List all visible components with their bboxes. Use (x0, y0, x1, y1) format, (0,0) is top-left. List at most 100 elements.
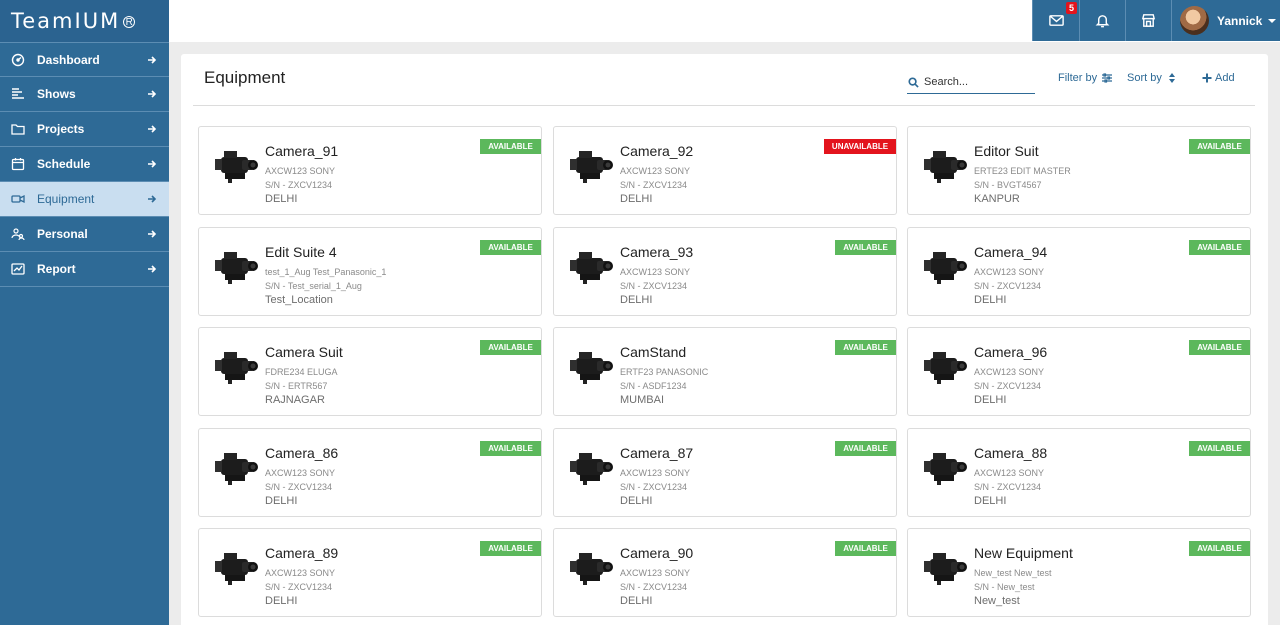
equipment-serial: S/N - BVGT4567 (974, 180, 1042, 190)
equipment-card[interactable]: Camera_87 AXCW123 SONY S/N - ZXCV1234 DELHI… (553, 428, 897, 517)
add-button[interactable]: Add (1202, 72, 1235, 84)
equipment-card[interactable]: New Equipment New_test New_test S/N - New_… (907, 528, 1251, 617)
equipment-card[interactable]: Editor Suit ERTE23 EDIT MASTER S/N - BVGT4… (907, 126, 1251, 215)
equipment-serial: S/N - ERTR567 (265, 381, 328, 391)
equipment-image (213, 247, 259, 287)
equipment-serial: S/N - Test_serial_1_Aug (265, 281, 362, 291)
sidebar-item-projects[interactable]: Projects (0, 112, 169, 147)
video-camera-icon (10, 191, 26, 207)
equipment-card[interactable]: CamStand ERTF23 PANASONIC S/N - ASDF1234 MU… (553, 327, 897, 416)
arrow-right-icon (148, 55, 157, 64)
equipment-model: ERTF23 PANASONIC (620, 367, 709, 377)
equipment-location: DELHI (620, 495, 653, 507)
equipment-model: AXCW123 SONY (265, 166, 336, 176)
notifications-button[interactable] (1079, 0, 1125, 41)
equipment-name: Camera_94 (974, 244, 1048, 260)
equipment-card[interactable]: Camera_93 AXCW123 SONY S/N - ZXCV1234 DELHI… (553, 227, 897, 316)
equipment-location: RAJNAGAR (265, 394, 325, 406)
bell-icon (1095, 15, 1110, 28)
folder-icon (10, 121, 26, 137)
status-badge: AVAILABLE (835, 541, 896, 556)
sidebar-item-dashboard[interactable]: Dashboard (0, 42, 169, 77)
bars-icon (10, 86, 26, 102)
equipment-serial: S/N - ZXCV1234 (620, 582, 688, 592)
store-button[interactable] (1125, 0, 1171, 41)
equipment-name: Camera_91 (265, 143, 339, 159)
add-label: Add (1215, 72, 1235, 84)
status-badge: AVAILABLE (835, 441, 896, 456)
search-input[interactable] (924, 76, 1029, 88)
sidebar-item-label: Equipment (37, 192, 95, 206)
status-badge: AVAILABLE (835, 240, 896, 255)
equipment-serial: S/N - ZXCV1234 (620, 180, 688, 190)
app-logo[interactable]: TeamIUM R (0, 0, 169, 42)
equipment-location: DELHI (620, 595, 653, 607)
equipment-model: AXCW123 SONY (265, 568, 336, 578)
plus-icon (1202, 73, 1212, 83)
equipment-card[interactable]: Camera_86 AXCW123 SONY S/N - ZXCV1234 DELHI… (198, 428, 542, 517)
equipment-card[interactable]: Camera_96 AXCW123 SONY S/N - ZXCV1234 DELHI… (907, 327, 1251, 416)
status-badge: AVAILABLE (1189, 139, 1250, 154)
arrow-right-icon (148, 90, 157, 98)
sidebar-item-shows[interactable]: Shows (0, 77, 169, 112)
sidebar-item-personal[interactable]: Personal (0, 217, 169, 252)
sort-button[interactable]: Sort by (1127, 72, 1177, 84)
equipment-name: Editor Suit (974, 143, 1039, 159)
equipment-name: Camera Suit (265, 344, 343, 360)
equipment-image (922, 448, 968, 488)
equipment-location: DELHI (265, 193, 298, 205)
sort-label: Sort by (1127, 72, 1162, 84)
equipment-location: DELHI (974, 495, 1007, 507)
search-box[interactable] (907, 71, 1035, 94)
sidebar-item-schedule[interactable]: Schedule (0, 147, 169, 182)
sidebar: TeamIUM R Dashboard Shows Projects Schedule… (0, 0, 169, 625)
equipment-model: ERTE23 EDIT MASTER (974, 166, 1071, 176)
equipment-name: Camera_86 (265, 445, 339, 461)
logo-text: TeamIUM (11, 9, 121, 33)
chart-icon (10, 261, 26, 277)
equipment-location: KANPUR (974, 193, 1020, 205)
equipment-card[interactable]: Camera Suit FDRE234 ELUGA S/N - ERTR567 RAJ… (198, 327, 542, 416)
equipment-model: AXCW123 SONY (620, 267, 691, 277)
sliders-icon (1102, 73, 1113, 83)
equipment-card[interactable]: Edit Suite 4 test_1_Aug Test_Panasonic_1 S… (198, 227, 542, 316)
sidebar-item-report[interactable]: Report (0, 252, 169, 287)
filter-button[interactable]: Filter by (1058, 72, 1113, 84)
divider (193, 105, 1255, 106)
equipment-image (213, 448, 259, 488)
equipment-model: AXCW123 SONY (974, 367, 1045, 377)
equipment-serial: S/N - ASDF1234 (620, 381, 687, 391)
equipment-card[interactable]: Camera_90 AXCW123 SONY S/N - ZXCV1234 DELHI… (553, 528, 897, 617)
equipment-image (568, 548, 614, 588)
equipment-location: DELHI (974, 394, 1007, 406)
equipment-name: Edit Suite 4 (265, 244, 337, 260)
filter-label: Filter by (1058, 72, 1098, 84)
gauge-icon (10, 52, 26, 68)
equipment-card[interactable]: Camera_88 AXCW123 SONY S/N - ZXCV1234 DELHI… (907, 428, 1251, 517)
user-menu-button[interactable]: Yannick (1171, 0, 1280, 41)
equipment-card[interactable]: Camera_89 AXCW123 SONY S/N - ZXCV1234 DELHI… (198, 528, 542, 617)
status-badge: AVAILABLE (480, 340, 541, 355)
sidebar-item-label: Report (37, 262, 76, 276)
equipment-panel: Equipment Filter by Sort by Add Camera_9… (181, 54, 1268, 625)
arrow-right-icon (148, 265, 157, 273)
sidebar-item-equipment[interactable]: Equipment (0, 182, 169, 217)
equipment-model: AXCW123 SONY (265, 468, 336, 478)
equipment-model: AXCW123 SONY (620, 468, 691, 478)
equipment-location: DELHI (265, 595, 298, 607)
equipment-image (213, 347, 259, 387)
store-icon (1141, 14, 1156, 27)
equipment-location: DELHI (265, 495, 298, 507)
mail-button[interactable]: 5 (1032, 0, 1079, 41)
sidebar-item-label: Dashboard (37, 52, 100, 67)
status-badge: AVAILABLE (1189, 541, 1250, 556)
equipment-card[interactable]: Camera_91 AXCW123 SONY S/N - ZXCV1234 DELHI… (198, 126, 542, 215)
equipment-card[interactable]: Camera_94 AXCW123 SONY S/N - ZXCV1234 DELHI… (907, 227, 1251, 316)
status-badge: AVAILABLE (480, 441, 541, 456)
status-badge: AVAILABLE (480, 240, 541, 255)
topbar: 5 Yannick (169, 0, 1280, 42)
equipment-card[interactable]: Camera_92 AXCW123 SONY S/N - ZXCV1234 DELHI… (553, 126, 897, 215)
equipment-serial: S/N - ZXCV1234 (974, 281, 1042, 291)
equipment-name: CamStand (620, 344, 687, 360)
status-badge: AVAILABLE (1189, 240, 1250, 255)
